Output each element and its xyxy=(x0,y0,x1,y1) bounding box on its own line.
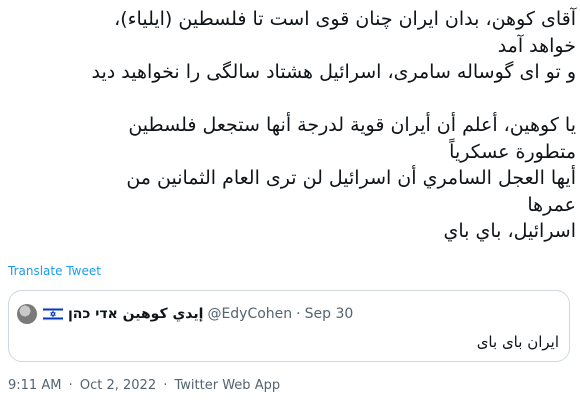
avatar[interactable] xyxy=(17,304,37,324)
tweet-time[interactable]: 9:11 AM xyxy=(8,378,61,393)
tweet-date[interactable]: Oct 2, 2022 xyxy=(80,378,156,393)
dot-separator: · xyxy=(68,378,73,393)
translate-tweet-link[interactable]: Translate Tweet xyxy=(8,264,101,278)
quoted-display-name[interactable]: إيدي كوهين אדי כהן xyxy=(68,306,203,322)
dot-separator: · xyxy=(163,378,168,393)
quoted-tweet-text: ایران بای بای xyxy=(476,333,559,351)
tweet-meta: 9:11 AM · Oct 2, 2022 · Twitter Web App xyxy=(8,378,283,393)
quoted-tweet-header: إيدي كوهين אדי כהן @EdyCohen · Sep 30 xyxy=(17,304,537,324)
israel-flag-icon xyxy=(43,307,63,321)
dot-separator: · xyxy=(296,306,301,322)
quoted-tweet-card[interactable]: إيدي كوهين אדי כהן @EdyCohen · Sep 30 ای… xyxy=(8,290,570,362)
tweet-source[interactable]: Twitter Web App xyxy=(175,378,281,393)
tweet-text: آقای کوهن، بدان ایران چنان قوی است تا فل… xyxy=(91,8,576,242)
quoted-handle[interactable]: @EdyCohen xyxy=(207,306,292,322)
quoted-date[interactable]: Sep 30 xyxy=(305,306,354,322)
